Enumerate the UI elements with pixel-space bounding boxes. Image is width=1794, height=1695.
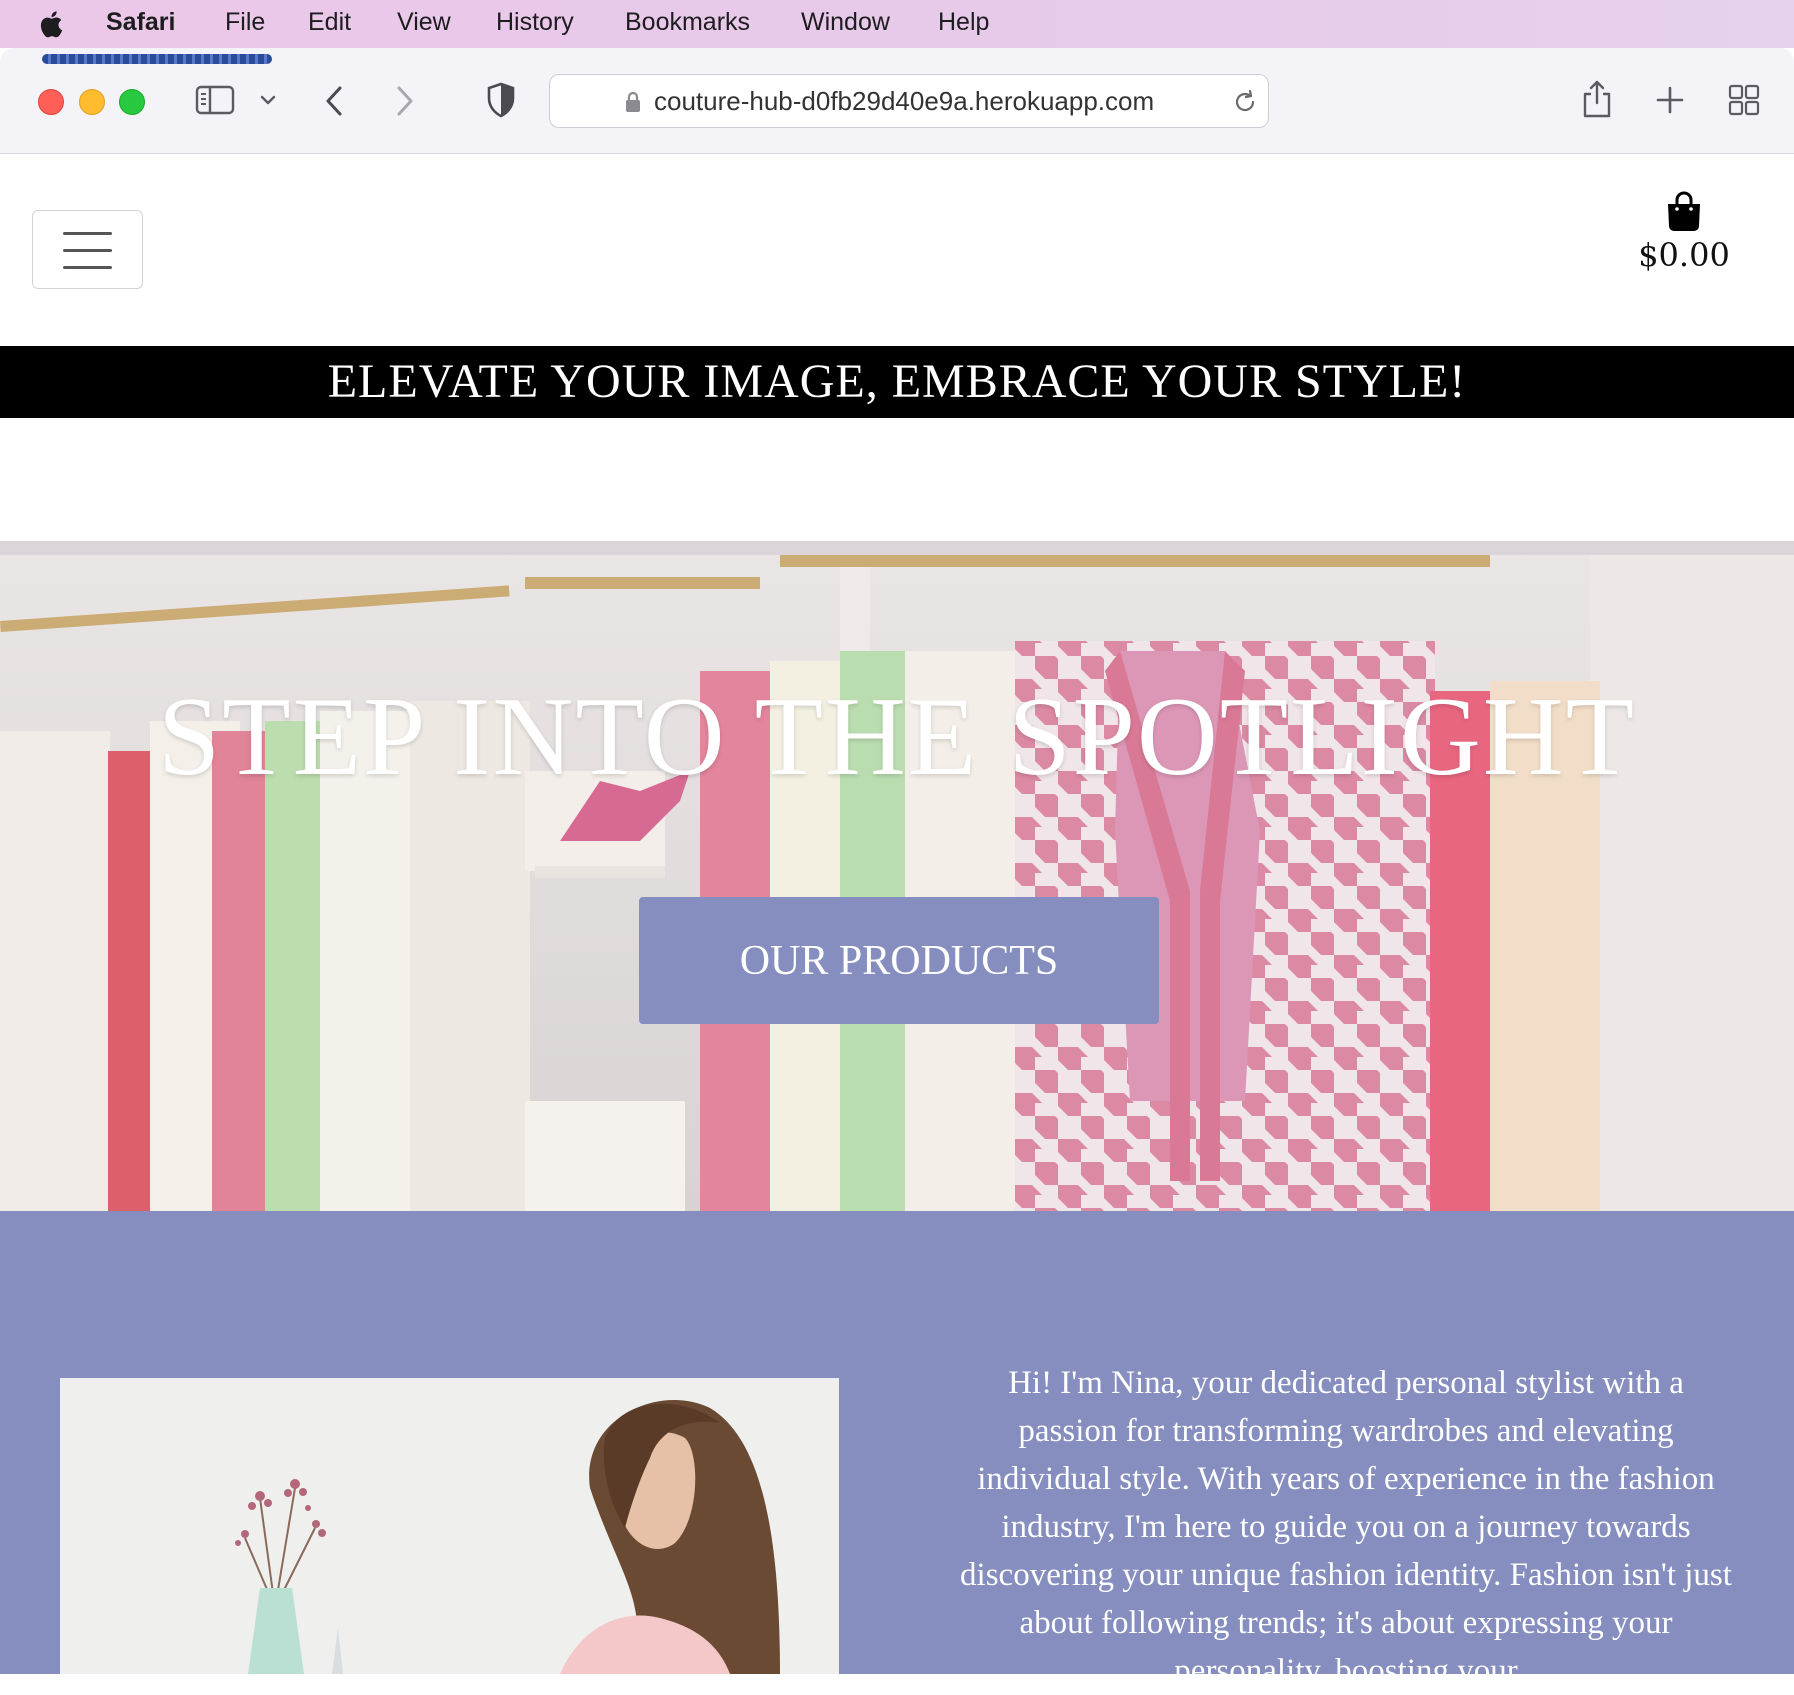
- hamburger-line: [63, 266, 112, 269]
- tab-overview-icon[interactable]: [1728, 84, 1760, 116]
- hero-background-image: [0, 541, 1794, 1211]
- about-section: Hi! I'm Nina, your dedicated personal st…: [0, 1211, 1794, 1689]
- url-text: couture-hub-d0fb29d40e9a.herokuapp.com: [654, 86, 1155, 116]
- macos-menu-bar: Safari File Edit View History Bookmarks …: [0, 0, 1794, 48]
- menu-history[interactable]: History: [496, 8, 574, 37]
- hero-title: STEP INTO THE SPOTLIGHT: [157, 675, 1637, 799]
- shopping-bag-icon[interactable]: [1665, 190, 1703, 232]
- hamburger-line: [63, 232, 112, 235]
- menu-app-name[interactable]: Safari: [106, 8, 175, 37]
- shield-icon[interactable]: [486, 82, 516, 118]
- lock-icon: [626, 91, 640, 112]
- stylist-portrait-image: [60, 1378, 839, 1674]
- apple-icon[interactable]: [38, 8, 68, 40]
- forward-icon[interactable]: [393, 84, 417, 118]
- close-window-button[interactable]: [38, 89, 64, 115]
- cart-total[interactable]: $0.00: [1610, 236, 1758, 274]
- chevron-down-icon[interactable]: [259, 93, 277, 107]
- menu-file[interactable]: File: [225, 8, 265, 37]
- hero-section: STEP INTO THE SPOTLIGHT OUR PRODUCTS: [0, 541, 1794, 1211]
- reload-icon[interactable]: [1232, 89, 1258, 115]
- about-paragraph: Hi! I'm Nina, your dedicated personal st…: [960, 1365, 1732, 1689]
- address-bar[interactable]: couture-hub-d0fb29d40e9a.herokuapp.com: [549, 74, 1269, 128]
- redacted-mark: [42, 54, 272, 64]
- hamburger-line: [63, 249, 112, 252]
- new-tab-icon[interactable]: [1655, 85, 1685, 115]
- our-products-button[interactable]: OUR PRODUCTS: [639, 897, 1159, 1024]
- back-icon[interactable]: [322, 84, 346, 118]
- browser-toolbar: couture-hub-d0fb29d40e9a.herokuapp.com: [0, 48, 1794, 154]
- menu-bookmarks[interactable]: Bookmarks: [625, 8, 750, 37]
- menu-window[interactable]: Window: [801, 8, 890, 37]
- nav-toggle-button[interactable]: [32, 210, 143, 289]
- menu-help[interactable]: Help: [938, 8, 989, 37]
- stylist-photo: [60, 1378, 839, 1674]
- zoom-window-button[interactable]: [119, 89, 145, 115]
- sidebar-icon[interactable]: [195, 85, 235, 115]
- promo-banner: ELEVATE YOUR IMAGE, EMBRACE YOUR STYLE!: [0, 346, 1794, 418]
- minimize-window-button[interactable]: [79, 89, 105, 115]
- menu-edit[interactable]: Edit: [308, 8, 351, 37]
- menu-view[interactable]: View: [397, 8, 451, 37]
- share-icon[interactable]: [1580, 78, 1614, 120]
